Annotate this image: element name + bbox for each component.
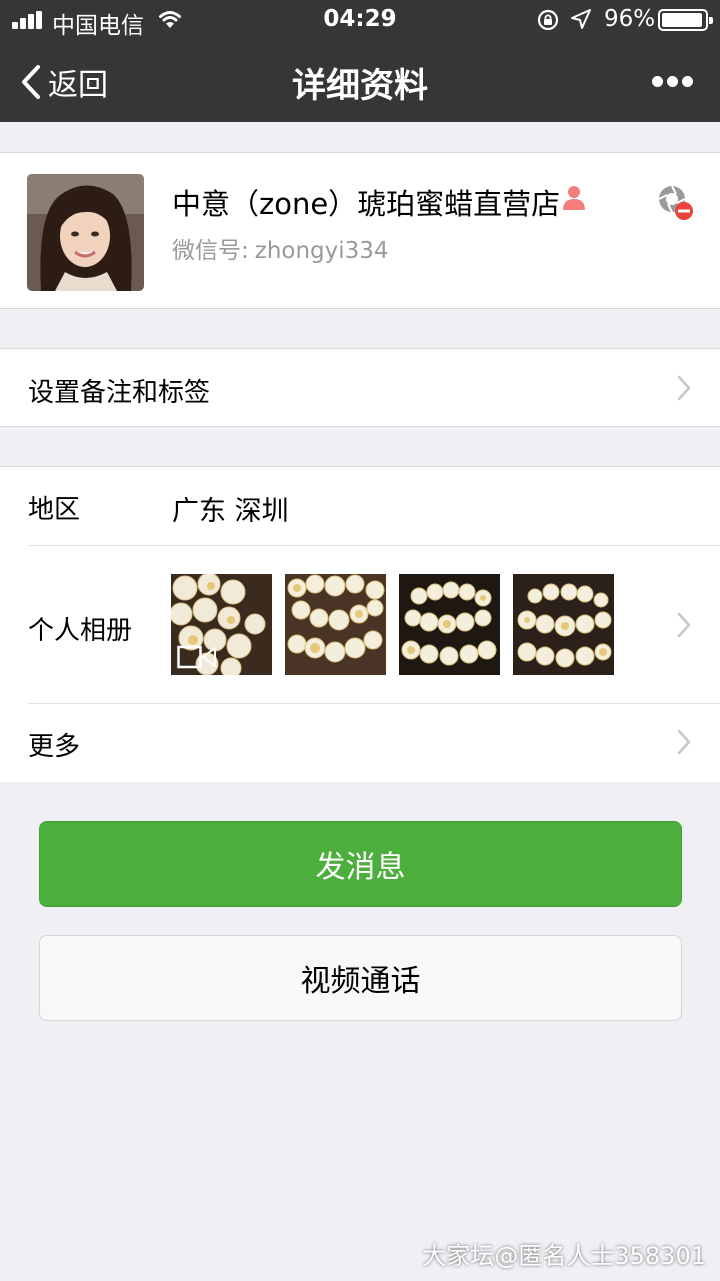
nav-bar: 返回 详细资料 [0, 40, 720, 122]
wechat-id-label: 微信号: [172, 238, 249, 264]
battery-icon [658, 9, 713, 31]
page-title: 详细资料 [292, 66, 428, 106]
album-photo[interactable] [513, 574, 614, 675]
more-label: 更多 [28, 732, 81, 762]
region-row: 地区 广东 深圳 [0, 467, 720, 545]
region-value: 广东 深圳 [172, 496, 289, 527]
album-photo[interactable] [171, 574, 272, 675]
wechat-id: 微信号: zhongyi334 [172, 231, 389, 265]
battery-fill [662, 13, 702, 27]
orientation-lock-icon [537, 9, 559, 31]
top-bar: 中国电信 04:29 96% 返回 详细资料 [0, 0, 720, 122]
set-remark-row[interactable]: 设置备注和标签 [0, 348, 720, 427]
album-photos [171, 574, 627, 675]
set-remark-item[interactable]: 设置备注和标签 [0, 349, 720, 426]
profile-card[interactable]: 中意（zone）琥珀蜜蜡直营店 微信号: zhongyi334 [0, 152, 720, 309]
more-row[interactable]: 更多 [0, 704, 720, 782]
chevron-right-icon [677, 729, 691, 755]
more-dots-icon[interactable] [652, 76, 694, 88]
album-label: 个人相册 [28, 616, 133, 646]
set-remark-label: 设置备注和标签 [28, 378, 211, 408]
album-photo[interactable] [285, 574, 386, 675]
avatar[interactable] [27, 174, 144, 291]
album-photo[interactable] [399, 574, 500, 675]
chevron-right-icon [677, 612, 691, 638]
send-message-button[interactable]: 发消息 [39, 821, 682, 907]
battery-percent: 96% [604, 6, 656, 32]
screen: 中国电信 04:29 96% 返回 详细资料 中意（zone）琥珀蜜蜡直营店 微… [0, 0, 720, 1281]
video-icon [177, 645, 216, 669]
region-label: 地区 [28, 495, 81, 525]
profile-name: 中意（zone）琥珀蜜蜡直营店 [172, 187, 561, 221]
female-icon [563, 186, 585, 210]
chevron-right-icon [677, 375, 691, 401]
watermark: 大家坛@匿名人士358301 [422, 1242, 706, 1270]
details-group: 地区 广东 深圳 个人相册 更多 [0, 466, 720, 782]
location-arrow-icon [571, 9, 591, 29]
status-bar: 中国电信 04:29 96% [0, 0, 720, 40]
video-call-button[interactable]: 视频通话 [39, 935, 682, 1021]
wechat-id-value: zhongyi334 [254, 238, 389, 264]
camera-shutter-blocked-icon[interactable] [656, 183, 696, 223]
